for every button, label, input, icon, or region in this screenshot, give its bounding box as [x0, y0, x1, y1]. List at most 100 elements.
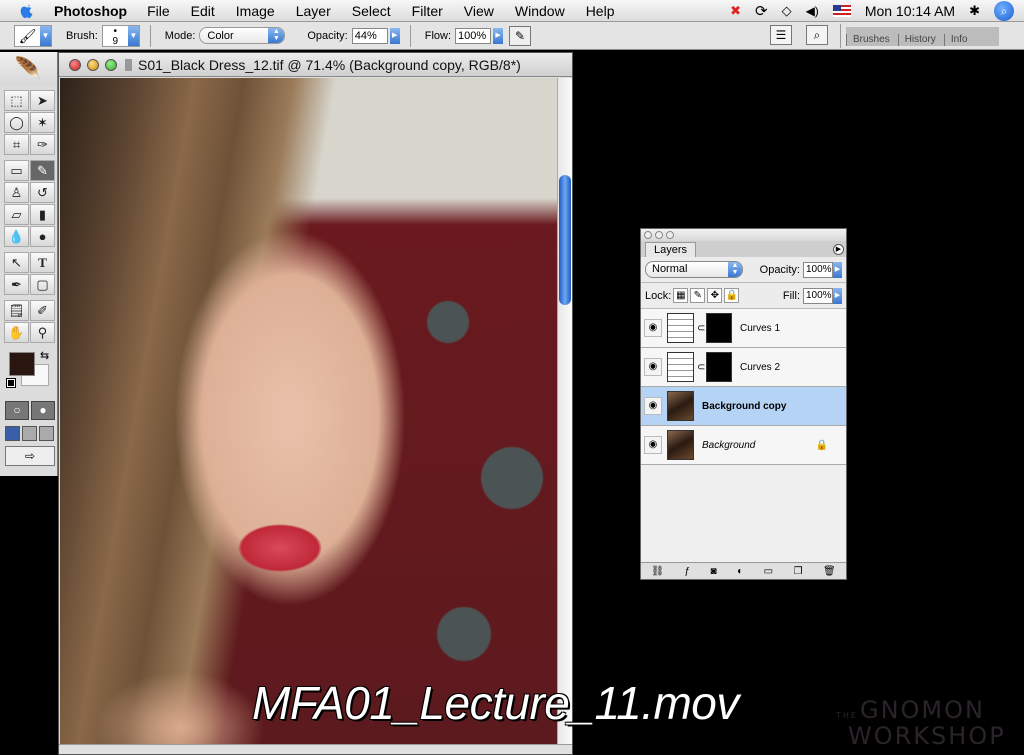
link-chain-icon[interactable]: ⊂ [697, 323, 705, 334]
standard-screen-mode[interactable] [5, 426, 20, 441]
clock[interactable]: Mon 10:14 AM [865, 3, 955, 19]
lock-all-button[interactable]: 🔒 [724, 288, 740, 303]
gradient-tool[interactable]: ▮ [30, 204, 55, 225]
menu-layer[interactable]: Layer [296, 3, 331, 19]
magic-wand-tool[interactable]: ✶ [30, 112, 55, 133]
zoom-button[interactable] [105, 58, 117, 71]
menu-file[interactable]: File [147, 3, 170, 19]
layer-mask-thumbnail[interactable] [706, 313, 732, 343]
feather-logo-icon[interactable]: 🪶 [0, 52, 57, 86]
layer-row[interactable]: ◉ Background 🔒 [641, 426, 846, 465]
menu-window[interactable]: Window [515, 3, 565, 19]
adjustment-layer-icon[interactable]: ◐ [737, 566, 743, 577]
menu-filter[interactable]: Filter [412, 3, 443, 19]
wifi-icon[interactable]: ◇ [782, 3, 792, 19]
spotlight-icon[interactable]: ⌕ [994, 1, 1014, 21]
sync-icon[interactable]: ⟳ [755, 2, 768, 20]
pen-tool[interactable]: ✒ [4, 274, 29, 295]
brush-tool[interactable]: ✎ [30, 160, 55, 181]
fill-slider-arrow[interactable]: ▶ [833, 287, 842, 304]
fill-field[interactable]: 100% [803, 287, 833, 304]
lasso-tool[interactable]: ◯ [4, 112, 29, 133]
layer-mask-thumbnail[interactable] [706, 352, 732, 382]
document-titlebar[interactable]: S01_Black Dress_12.tif @ 71.4% (Backgrou… [59, 53, 572, 77]
image-canvas[interactable] [60, 78, 557, 746]
new-group-icon[interactable]: ▭ [764, 566, 773, 577]
lock-position-button[interactable]: ✥ [707, 288, 723, 303]
vertical-scrollbar[interactable] [557, 78, 572, 746]
tool-preset-picker[interactable]: 🖌 ▼ [14, 24, 52, 47]
document-proxy-icon[interactable] [125, 58, 132, 71]
full-screen-menu-mode[interactable] [22, 426, 37, 441]
minimize-button[interactable] [87, 58, 99, 71]
type-tool[interactable]: T [30, 252, 55, 273]
clone-stamp-tool[interactable]: ♙ [4, 182, 29, 203]
hand-tool[interactable]: ✋ [4, 322, 29, 343]
move-tool[interactable]: ➤ [30, 90, 55, 111]
default-colors-icon[interactable] [6, 378, 16, 388]
lock-image-button[interactable]: ✎ [690, 288, 706, 303]
apple-menu-icon[interactable] [16, 2, 38, 20]
tab-layers[interactable]: Layers [645, 242, 697, 257]
layer-opacity-field[interactable]: 100% [803, 261, 833, 278]
link-chain-icon[interactable]: ⊂ [697, 362, 705, 373]
zoom-button[interactable] [666, 231, 674, 239]
close-button[interactable] [644, 231, 652, 239]
menu-edit[interactable]: Edit [191, 3, 215, 19]
mode-select[interactable]: Color ▲ ▼ [199, 27, 286, 44]
full-screen-mode[interactable] [39, 426, 54, 441]
blur-tool[interactable]: 💧 [4, 226, 29, 247]
zoom-tool[interactable]: ⚲ [30, 322, 55, 343]
layer-row[interactable]: ◉ ⊂ Curves 1 [641, 309, 846, 348]
us-flag-icon[interactable] [832, 5, 851, 17]
menu-view[interactable]: View [464, 3, 494, 19]
palette-toggle-button[interactable]: ⌕ [806, 25, 828, 45]
tab-history[interactable]: History [897, 34, 944, 46]
add-mask-icon[interactable]: ◙ [711, 566, 717, 577]
file-browser-button[interactable]: ☰ [770, 25, 792, 45]
opacity-field[interactable]: 44% [351, 27, 388, 44]
tab-info[interactable]: Info [943, 34, 976, 46]
close-button[interactable] [69, 58, 81, 71]
slice-tool[interactable]: ✑ [30, 134, 55, 155]
dodge-tool[interactable]: ● [30, 226, 55, 247]
brush-picker[interactable]: • 9 ▼ [101, 24, 140, 47]
layer-style-icon[interactable]: ƒ [684, 566, 690, 577]
history-brush-tool[interactable]: ↺ [30, 182, 55, 203]
app-alert-icon[interactable]: ✖ [730, 3, 741, 19]
volume-icon[interactable]: ◀) [806, 4, 819, 18]
bluetooth-icon[interactable]: ✱ [969, 3, 980, 19]
link-layers-icon[interactable]: ⛓ [651, 566, 664, 577]
layer-row[interactable]: ◉ ⊂ Curves 2 [641, 348, 846, 387]
foreground-color[interactable] [9, 352, 35, 376]
quick-mask-button[interactable]: ● [31, 401, 55, 420]
menu-help[interactable]: Help [586, 3, 615, 19]
notes-tool[interactable]: 🗒 [4, 300, 29, 321]
crop-tool[interactable]: ⌗ [4, 134, 29, 155]
airbrush-toggle[interactable]: ✎ [509, 25, 532, 46]
jump-to-imageready-button[interactable]: ⇨ [5, 446, 55, 466]
healing-brush-tool[interactable]: ▭ [4, 160, 29, 181]
shape-tool[interactable]: ▢ [30, 274, 55, 295]
flow-field[interactable]: 100% [455, 27, 492, 44]
swap-colors-icon[interactable]: ⇆ [40, 349, 49, 362]
palette-menu-icon[interactable]: ▶ [833, 244, 844, 255]
tab-brushes[interactable]: Brushes [846, 34, 898, 46]
eye-icon[interactable]: ◉ [644, 436, 662, 454]
minimize-button[interactable] [655, 231, 663, 239]
menu-select[interactable]: Select [352, 3, 391, 19]
trash-icon[interactable]: 🗑 [823, 566, 836, 577]
blend-mode-select[interactable]: Normal ▲ ▼ [645, 261, 743, 278]
path-selection-tool[interactable]: ↖ [4, 252, 29, 273]
eye-icon[interactable]: ◉ [644, 358, 662, 376]
palette-titlebar[interactable] [641, 229, 846, 241]
eye-icon[interactable]: ◉ [644, 397, 662, 415]
eraser-tool[interactable]: ▱ [4, 204, 29, 225]
layer-row-selected[interactable]: ◉ Background copy [641, 387, 846, 426]
new-layer-icon[interactable]: ❐ [794, 566, 803, 577]
flow-slider-arrow[interactable]: ▶ [493, 27, 504, 44]
menu-image[interactable]: Image [236, 3, 275, 19]
eye-icon[interactable]: ◉ [644, 319, 662, 337]
opacity-slider-arrow[interactable]: ▶ [833, 261, 842, 278]
lock-transparency-button[interactable]: ▦ [673, 288, 689, 303]
